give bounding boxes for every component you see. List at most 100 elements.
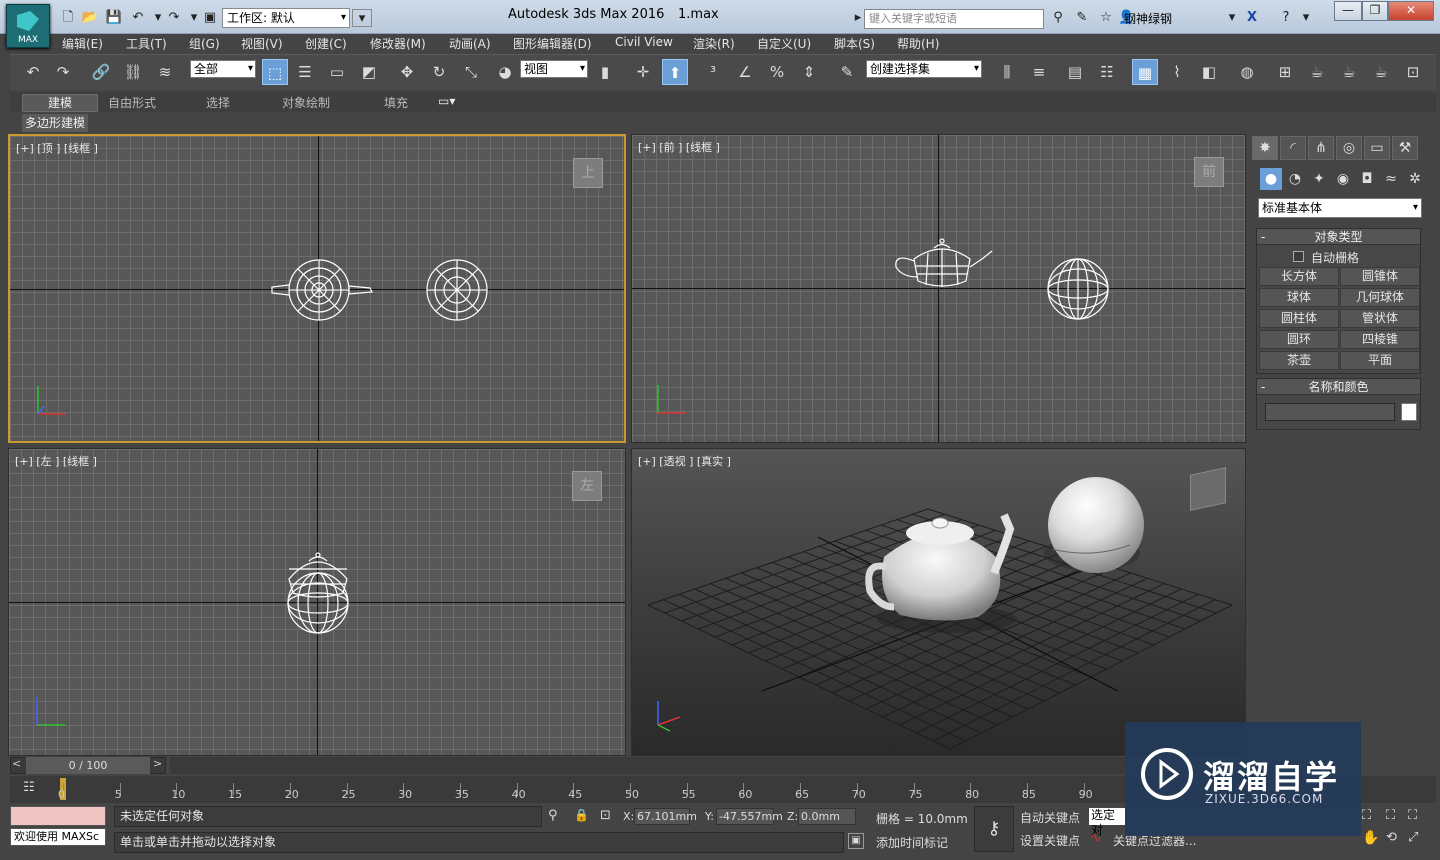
maxscript-mini-listener[interactable]: 欢迎使用 MAXSc — [10, 828, 106, 846]
ribbon-toggle-icon[interactable]: ☷ — [1094, 59, 1120, 85]
search-input[interactable]: 键入关键字或短语 — [864, 9, 1044, 29]
menu-civil-view[interactable]: Civil View — [615, 35, 673, 49]
workspace-dropdown[interactable]: 工作区: 默认 — [222, 8, 350, 28]
help-icon[interactable]: ? — [1276, 9, 1296, 27]
open-file-icon[interactable]: 📂 — [80, 9, 100, 27]
menu-scripting[interactable]: 脚本(S) — [834, 35, 875, 52]
tube-button[interactable]: 管状体 — [1340, 309, 1420, 328]
cone-button[interactable]: 圆锥体 — [1340, 267, 1420, 286]
menu-rendering[interactable]: 渲染(R) — [693, 35, 735, 52]
render-production-icon[interactable]: ☕ — [1304, 59, 1330, 85]
select-manipulate-icon[interactable]: ✛ — [630, 59, 656, 85]
polygon-modeling-panel[interactable]: 多边形建模 — [22, 114, 88, 132]
render-iterative-icon[interactable]: ☕ — [1336, 59, 1362, 85]
box-button[interactable]: 长方体 — [1259, 267, 1339, 286]
pyramid-button[interactable]: 四棱锥 — [1340, 330, 1420, 349]
selection-filter-dropdown[interactable]: 全部 — [190, 60, 256, 78]
time-tag-icon[interactable]: ▣ — [848, 833, 864, 849]
bind-space-warp-icon[interactable]: ≋ — [152, 59, 178, 85]
spinner-snap-icon[interactable]: ⇕ — [796, 59, 822, 85]
ribbon-tab-populate[interactable]: 填充 — [384, 94, 408, 111]
user-name[interactable]: 钢神绿钢 — [1124, 10, 1172, 27]
exchange-x-icon[interactable]: X — [1242, 9, 1262, 27]
communication-icon[interactable]: ✎ — [1072, 9, 1092, 27]
material-editor-icon[interactable]: ◧ — [1196, 59, 1222, 85]
time-next-icon[interactable]: > — [153, 757, 162, 770]
orbit-icon[interactable]: ⟲ — [1386, 830, 1397, 845]
move-icon[interactable]: ✥ — [394, 59, 420, 85]
pan-view-icon[interactable]: ✋ — [1362, 830, 1379, 846]
window-crossing-icon[interactable]: ◩ — [356, 59, 382, 85]
time-prev-icon[interactable]: < — [12, 757, 21, 770]
pivot-center-icon[interactable]: ▮ — [592, 59, 618, 85]
binoculars-icon[interactable]: ⚲ — [1048, 9, 1068, 27]
viewport-top[interactable]: [+] [顶 ] [线框 ] 上 — [8, 134, 626, 443]
hierarchy-tab-icon[interactable]: ⋔ — [1308, 136, 1334, 160]
helpers-icon[interactable]: ◘ — [1356, 168, 1378, 190]
ribbon-tab-freeform[interactable]: 自由形式 — [108, 94, 156, 111]
auto-key-button[interactable]: 自动关键点 — [1020, 809, 1080, 826]
lights-icon[interactable]: ✦ — [1308, 168, 1330, 190]
help-dropdown-icon[interactable]: ▾ — [1296, 9, 1316, 27]
menu-tools[interactable]: 工具(T) — [126, 35, 167, 52]
y-coordinate-field[interactable]: -47.557mm — [716, 808, 783, 825]
zoom-extents-all-icon[interactable]: ⛶ — [1386, 808, 1395, 823]
key-selection-dropdown[interactable]: 选定对 — [1089, 808, 1125, 837]
ribbon-tab-selection[interactable]: 选择 — [206, 94, 230, 111]
new-file-icon[interactable]: 🗋 — [58, 9, 78, 27]
collapse-icon[interactable]: - — [1261, 229, 1265, 245]
project-folder-icon[interactable]: ▣ — [200, 9, 220, 27]
menu-graph-editors[interactable]: 图形编辑器(D) — [513, 35, 592, 52]
schematic-view-icon[interactable]: ⌇ — [1164, 59, 1190, 85]
field-of-view-icon[interactable]: ⛶ — [1408, 808, 1417, 823]
save-icon[interactable]: 💾 — [104, 9, 124, 27]
viewport-left[interactable]: [+] [左 ] [线框 ] 左 — [8, 448, 626, 756]
menu-group[interactable]: 组(G) — [189, 35, 220, 52]
menu-customize[interactable]: 自定义(U) — [757, 35, 811, 52]
object-type-header[interactable]: - 对象类型 — [1257, 229, 1420, 245]
space-warps-icon[interactable]: ≈ — [1380, 168, 1402, 190]
create-tab-icon[interactable]: ✸ — [1252, 136, 1278, 160]
mini-curve-editor-icon[interactable]: ☷ — [18, 780, 40, 798]
name-color-header[interactable]: - 名称和颜色 — [1257, 379, 1420, 395]
workspace-menu-icon[interactable]: ▾ — [352, 9, 372, 27]
set-key-icon[interactable]: ⚷ — [974, 806, 1014, 852]
select-object-icon[interactable]: ⬚ — [262, 59, 288, 85]
geometry-icon[interactable]: ● — [1260, 168, 1282, 190]
key-filters-icon[interactable]: ∿ — [1090, 830, 1102, 846]
select-by-name-icon[interactable]: ☰ — [292, 59, 318, 85]
plane-button[interactable]: 平面 — [1340, 351, 1420, 370]
menu-animation[interactable]: 动画(A) — [449, 35, 491, 52]
viewport-perspective[interactable]: [+] [透视 ] [真实 ] — [631, 448, 1246, 756]
primitive-type-dropdown[interactable]: 标准基本体 — [1258, 198, 1422, 218]
render-online-icon[interactable]: ⊡ — [1400, 59, 1426, 85]
isolate-selection-icon[interactable]: ⚲ — [548, 808, 558, 823]
selection-lock-icon[interactable]: 🔒 — [574, 808, 589, 822]
rotate-icon[interactable]: ↻ — [426, 59, 452, 85]
maximize-viewport-icon[interactable]: ⤢ — [1408, 830, 1418, 845]
shapes-icon[interactable]: ◔ — [1284, 168, 1306, 190]
user-dropdown-icon[interactable]: ▾ — [1222, 9, 1242, 27]
cylinder-button[interactable]: 圆柱体 — [1259, 309, 1339, 328]
unlink-icon[interactable]: ⛓ — [120, 59, 146, 85]
select-and-link-icon[interactable]: 🔗 — [88, 59, 114, 85]
motion-tab-icon[interactable]: ◎ — [1336, 136, 1362, 160]
snaps-toggle-icon[interactable]: ³ — [700, 59, 726, 85]
set-key-button[interactable]: 设置关键点 — [1020, 832, 1080, 849]
angle-snap-icon[interactable]: ∠ — [732, 59, 758, 85]
menu-views[interactable]: 视图(V) — [241, 35, 283, 52]
systems-icon[interactable]: ✲ — [1404, 168, 1426, 190]
absolute-mode-icon[interactable]: ⊡ — [600, 808, 611, 823]
render-setup-icon[interactable]: ◍ — [1234, 59, 1260, 85]
menu-modifiers[interactable]: 修改器(M) — [370, 35, 426, 52]
rectangle-selection-icon[interactable]: ▭ — [324, 59, 350, 85]
ribbon-tab-modeling[interactable]: 建模 — [22, 94, 98, 112]
ribbon-options-icon[interactable]: ▭▾ — [438, 94, 455, 108]
ribbon-tab-object-paint[interactable]: 对象绘制 — [282, 94, 330, 111]
x-coordinate-field[interactable]: 67.101mm — [634, 808, 697, 825]
torus-button[interactable]: 圆环 — [1259, 330, 1339, 349]
redo-quick-icon[interactable]: ↷ — [164, 9, 184, 27]
add-time-tag[interactable]: 添加时间标记 — [876, 834, 948, 851]
display-tab-icon[interactable]: ▭ — [1364, 136, 1390, 160]
rendered-frame-window-icon[interactable]: ⊞ — [1272, 59, 1298, 85]
